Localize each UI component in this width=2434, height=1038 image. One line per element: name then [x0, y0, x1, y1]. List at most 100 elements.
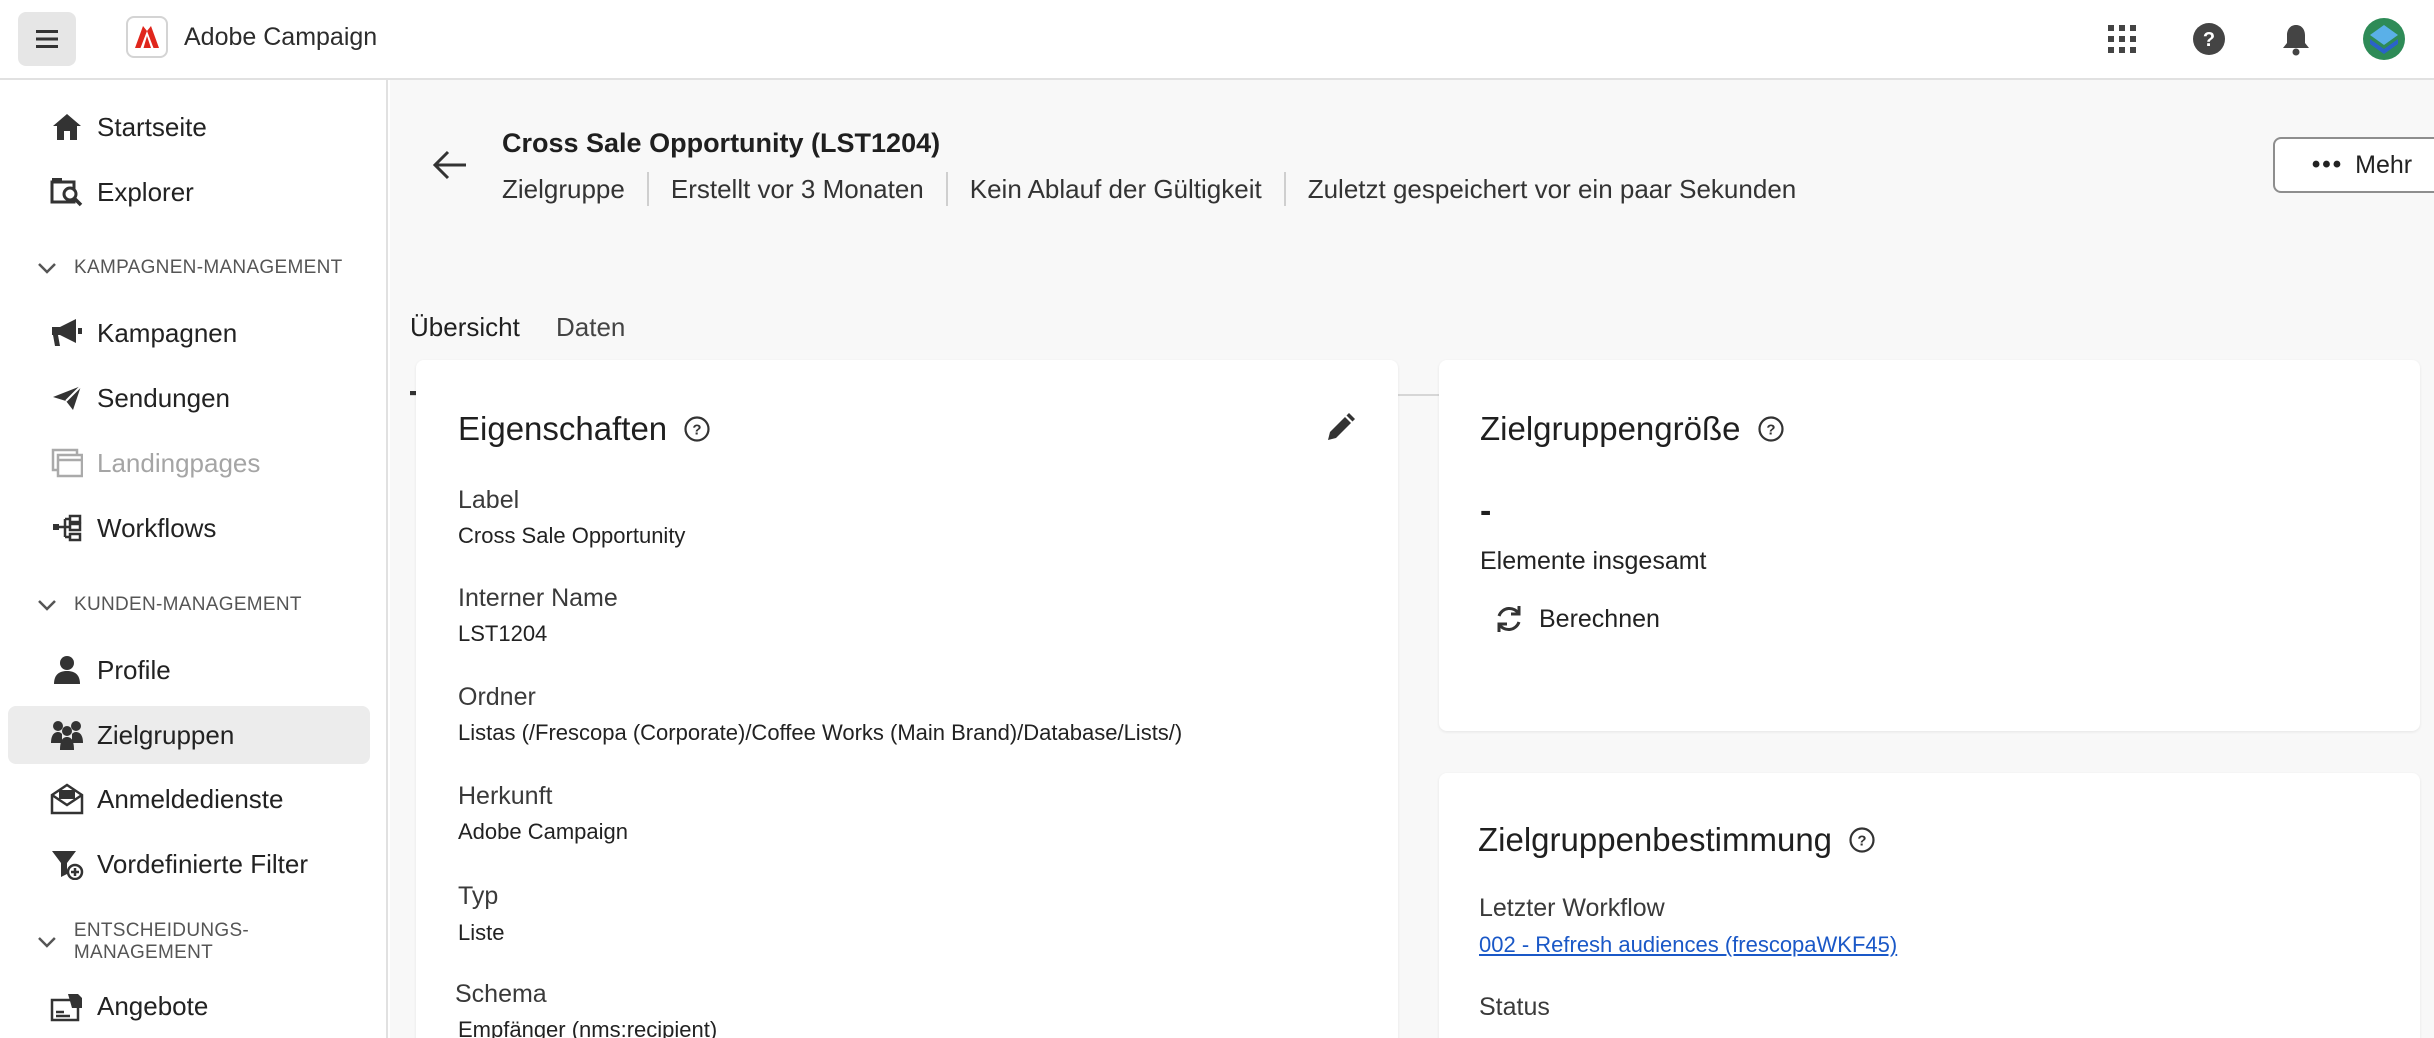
- notifications-bell-icon[interactable]: [2277, 20, 2315, 58]
- section-header-kampagnen[interactable]: KAMPAGNEN-MANAGEMENT: [36, 253, 343, 283]
- field-value-schema: Empfänger (nms:recipient): [458, 1017, 718, 1038]
- more-button-label: Mehr: [2355, 150, 2413, 179]
- field-label: Schema: [455, 980, 547, 1008]
- help-icon[interactable]: ?: [2190, 20, 2228, 58]
- chevron-down-icon: [38, 263, 56, 274]
- sidebar-item-vordefinierte-filter[interactable]: Vordefinierte Filter: [8, 835, 370, 893]
- svg-text:?: ?: [693, 422, 702, 439]
- field-value-type: Liste: [458, 920, 505, 945]
- audience-size-value: -: [1480, 492, 1492, 530]
- last-workflow-label: Letzter Workflow: [1479, 894, 1665, 922]
- sidebar-item-workflows[interactable]: Workflows: [8, 499, 370, 557]
- sidebar-item-label: Zielgruppen: [97, 719, 235, 750]
- audiences-icon: [50, 718, 84, 752]
- apps-grid-icon[interactable]: [2103, 20, 2141, 58]
- sidebar-item-sendungen[interactable]: Sendungen: [8, 369, 370, 427]
- tab-label: Daten: [556, 311, 626, 342]
- landing-page-icon: [50, 446, 84, 480]
- last-workflow-link[interactable]: 002 - Refresh audiences (frescopaWKF45): [1479, 932, 1897, 958]
- compute-button[interactable]: Berechnen: [1493, 603, 1660, 635]
- app-name: Adobe Campaign: [184, 22, 378, 51]
- subscription-icon: [50, 782, 84, 816]
- sidebar-item-startseite[interactable]: Startseite: [8, 98, 370, 156]
- field-value-origin: Adobe Campaign: [458, 819, 629, 844]
- send-icon: [50, 381, 84, 415]
- edit-pencil-icon[interactable]: [1324, 412, 1356, 444]
- page-title: Cross Sale Opportunity (LST1204): [502, 128, 941, 158]
- app-brand[interactable]: Adobe Campaign: [126, 16, 377, 58]
- status-label: Status: [1479, 993, 1550, 1021]
- sidebar-item-label: Sendungen: [97, 382, 231, 413]
- svg-text:?: ?: [2203, 29, 2215, 51]
- hamburger-icon: [36, 30, 58, 48]
- field-label: Typ: [458, 882, 499, 910]
- header-meta: Zielgruppe Erstellt vor 3 Monaten Kein A…: [502, 172, 1818, 206]
- card-title-text: Zielgruppengröße: [1480, 410, 1741, 447]
- sidebar-item-label: Anmeldedienste: [97, 783, 284, 814]
- section-header-entscheidungen[interactable]: ENTSCHEIDUNGS-MANAGEMENT: [36, 920, 386, 963]
- sidebar-item-anmeldedienste[interactable]: Anmeldedienste: [8, 770, 370, 828]
- megaphone-icon: [50, 316, 84, 350]
- sidebar-item-label: Vordefinierte Filter: [97, 848, 308, 879]
- offers-icon: [50, 989, 84, 1023]
- meta-last-saved: Zuletzt gespeichert vor ein paar Sekunde…: [1283, 172, 1819, 206]
- help-circle-icon[interactable]: ?: [1848, 826, 1876, 854]
- explorer-icon: [50, 175, 84, 209]
- field-value-internal-name: LST1204: [458, 621, 548, 646]
- tab-label: Übersicht: [410, 311, 520, 342]
- main-content: Cross Sale Opportunity (LST1204) Zielgru…: [390, 80, 2434, 1038]
- workflow-icon: [50, 511, 84, 545]
- sidebar-item-zielgruppen[interactable]: Zielgruppen: [8, 706, 370, 764]
- svg-text:?: ?: [1857, 833, 1866, 850]
- help-circle-icon[interactable]: ?: [683, 415, 711, 443]
- sidebar-item-profile[interactable]: Profile: [8, 641, 370, 699]
- adobe-logo-icon: [126, 16, 168, 58]
- section-title: KUNDEN-MANAGEMENT: [74, 594, 302, 615]
- meta-expiry: Kein Ablauf der Gültigkeit: [945, 172, 1284, 206]
- card-title-text: Zielgruppenbestimmung: [1478, 821, 1833, 858]
- compute-button-label: Berechnen: [1539, 604, 1660, 633]
- sidebar-item-label: Landingpages: [97, 447, 261, 478]
- sidebar-item-landingpages[interactable]: Landingpages: [8, 434, 370, 492]
- audience-size-caption: Elemente insgesamt: [1480, 547, 1707, 575]
- field-label: Ordner: [458, 683, 536, 711]
- svg-text:?: ?: [1766, 422, 1775, 439]
- sidebar-item-label: Kampagnen: [97, 317, 238, 348]
- sidebar-item-label: Explorer: [97, 176, 194, 207]
- section-header-kunden[interactable]: KUNDEN-MANAGEMENT: [36, 590, 302, 620]
- profile-icon: [50, 653, 84, 687]
- card-title-text: Eigenschaften: [458, 410, 668, 447]
- sidebar-item-explorer[interactable]: Explorer: [8, 163, 370, 221]
- targeting-card: Zielgruppenbestimmung ? Letzter Workflow…: [1439, 773, 2420, 1038]
- field-value-folder: Listas (/Frescopa (Corporate)/Coffee Wor…: [458, 720, 1183, 745]
- sidebar-item-label: Workflows: [97, 512, 217, 543]
- targeting-title: Zielgruppenbestimmung ?: [1478, 821, 1876, 859]
- audience-size-title: Zielgruppengröße ?: [1480, 410, 1785, 448]
- field-label: Herkunft: [458, 782, 553, 810]
- back-arrow-icon[interactable]: [430, 148, 470, 182]
- more-dots-icon: •••: [2311, 151, 2344, 178]
- user-avatar[interactable]: [2362, 17, 2406, 61]
- audience-size-card: Zielgruppengröße ? - Elemente insgesamt …: [1439, 360, 2420, 731]
- field-value-label: Cross Sale Opportunity: [458, 523, 686, 548]
- sidebar-item-label: Profile: [97, 654, 171, 685]
- sidebar-item-label: Startseite: [97, 111, 207, 142]
- filter-icon: [50, 847, 84, 881]
- refresh-icon: [1497, 606, 1521, 632]
- section-title: ENTSCHEIDUNGS-MANAGEMENT: [73, 920, 250, 963]
- help-circle-icon[interactable]: ?: [1757, 415, 1785, 443]
- properties-title: Eigenschaften ?: [458, 410, 711, 448]
- home-icon: [50, 110, 84, 144]
- meta-type: Zielgruppe: [502, 174, 625, 204]
- sidebar-item-label: Angebote: [97, 990, 209, 1021]
- properties-card: Eigenschaften ? Label Cross Sale Opportu…: [416, 360, 1398, 1038]
- field-label: Interner Name: [458, 584, 618, 612]
- more-button[interactable]: ••• Mehr: [2273, 137, 2434, 193]
- sidebar-item-kampagnen[interactable]: Kampagnen: [8, 304, 370, 362]
- chevron-down-icon: [38, 600, 56, 611]
- chevron-down-icon: [38, 937, 56, 948]
- sidebar: Startseite Explorer KAMPAGNEN-MANAGEMENT…: [0, 80, 388, 1038]
- sidebar-item-angebote[interactable]: Angebote: [8, 977, 370, 1035]
- meta-created: Erstellt vor 3 Monaten: [646, 172, 946, 206]
- menu-toggle-button[interactable]: [18, 12, 76, 66]
